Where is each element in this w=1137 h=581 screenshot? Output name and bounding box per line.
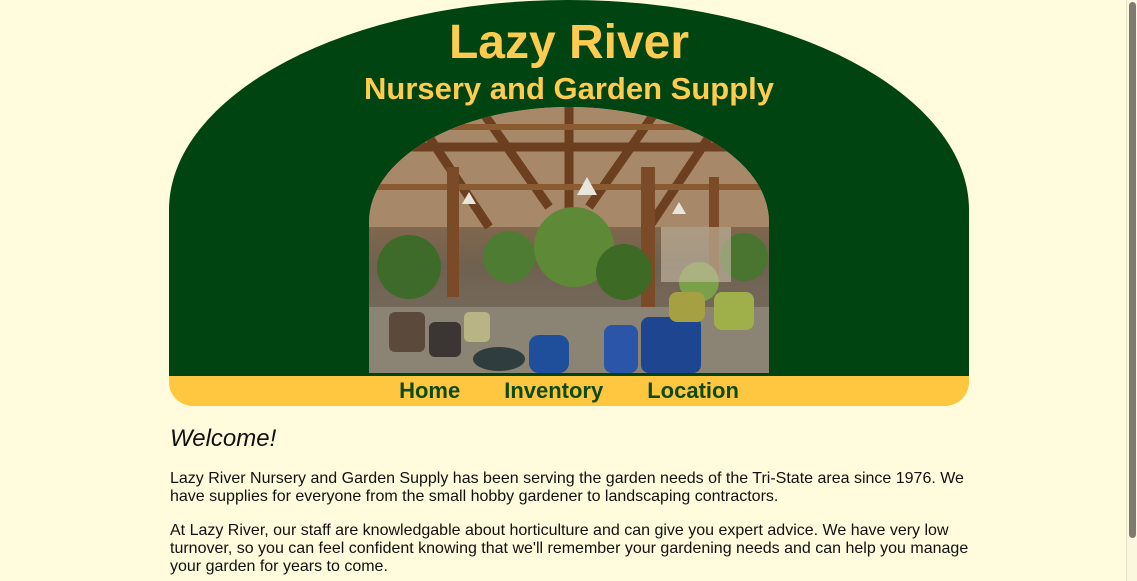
page: Lazy River Nursery and Garden Supply Hom… — [0, 0, 1126, 581]
site-header: Lazy River Nursery and Garden Supply — [169, 0, 969, 376]
site-subtitle: Nursery and Garden Supply — [364, 71, 774, 106]
main-nav: Home Inventory Location — [169, 376, 969, 406]
staff-paragraph: At Lazy River, our staff are knowledgabl… — [170, 522, 969, 575]
welcome-heading: Welcome! — [170, 425, 277, 452]
intro-paragraph: Lazy River Nursery and Garden Supply has… — [170, 470, 964, 505]
main-content: Welcome! Lazy River Nursery and Garden S… — [170, 424, 970, 576]
vertical-scrollbar[interactable] — [1126, 0, 1137, 581]
hero-image — [369, 107, 769, 373]
site-title: Lazy River — [448, 16, 690, 69]
nav-inventory-link[interactable]: Inventory — [504, 376, 603, 406]
scrollbar-thumb[interactable] — [1129, 2, 1136, 538]
nav-location-link[interactable]: Location — [647, 376, 739, 406]
nav-home-link[interactable]: Home — [399, 376, 460, 406]
